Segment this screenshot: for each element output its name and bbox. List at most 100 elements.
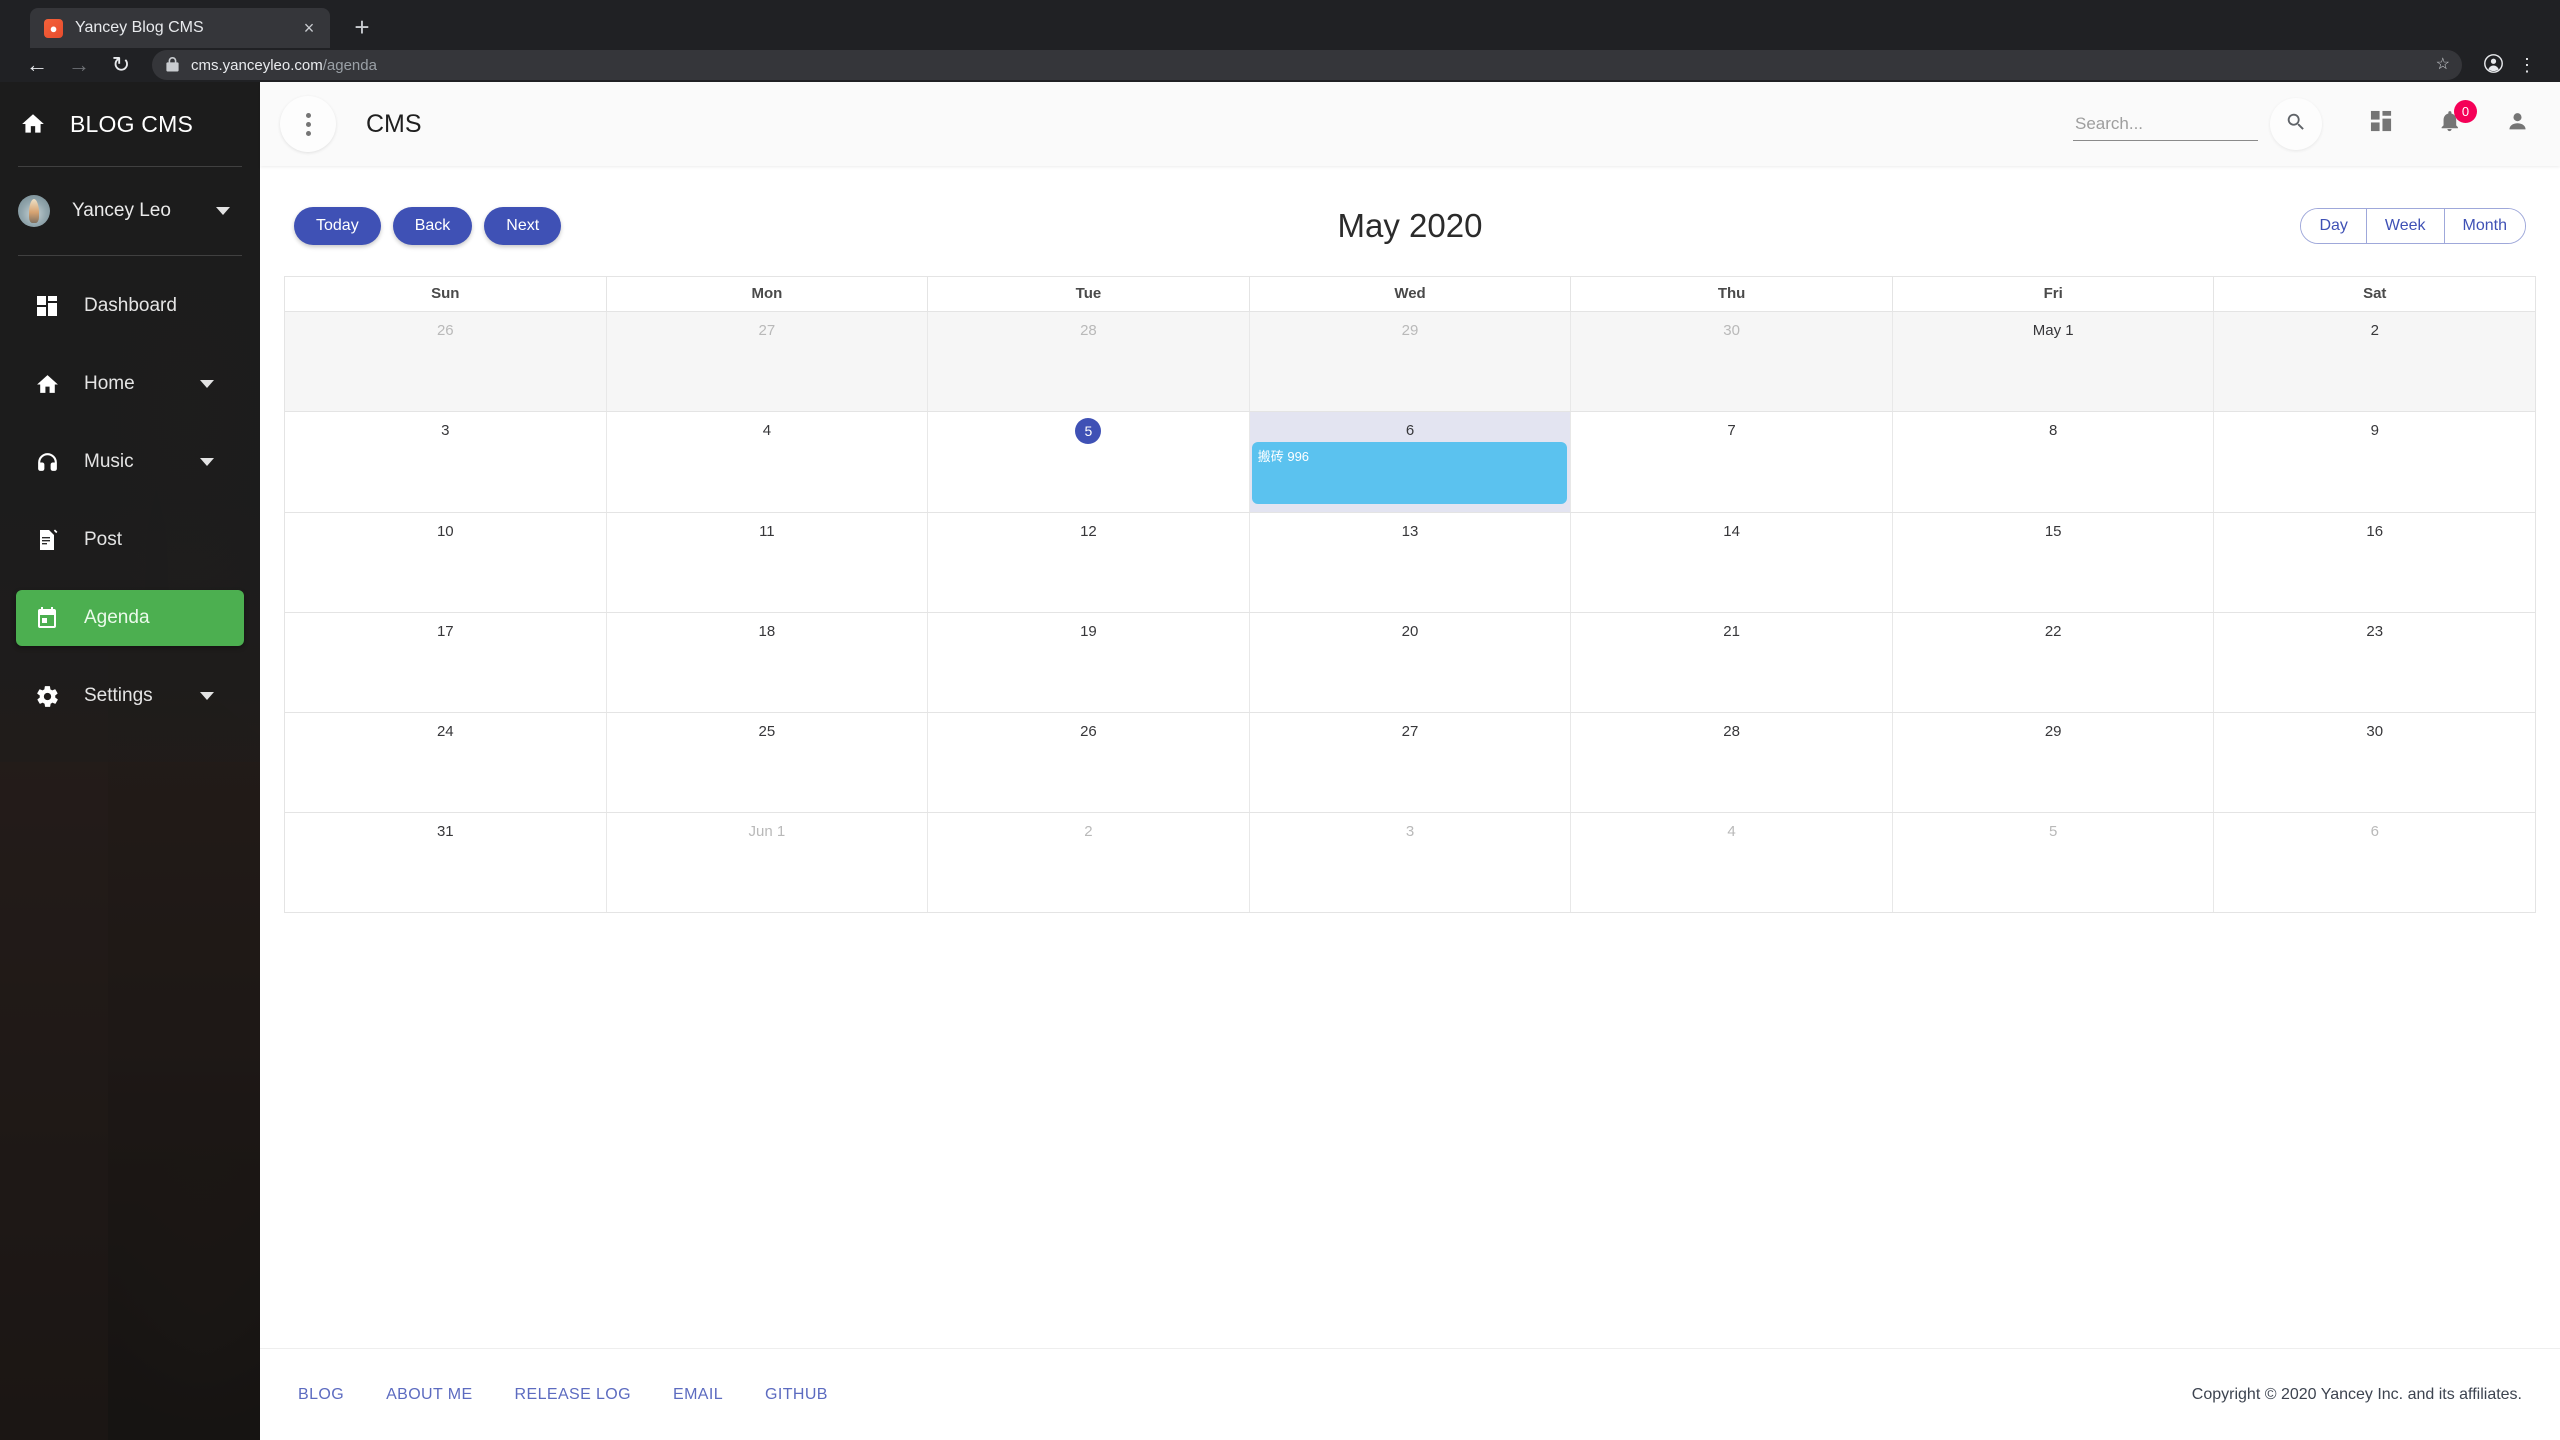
calendar-event[interactable]: 搬砖 996 [1251,442,1568,504]
calendar-day-cell[interactable]: 26 [928,713,1250,812]
footer-link-blog[interactable]: BLOG [298,1386,344,1404]
browser-menu-icon[interactable]: ⋮ [2510,56,2544,74]
address-bar[interactable]: cms.yanceyleo.com/agenda ☆ [152,50,2462,80]
day-number: 2 [1084,823,1093,840]
calendar-day-cell[interactable]: 6 [2214,813,2535,912]
calendar-day-cell[interactable]: 27 [607,312,929,411]
calendar-day-cell[interactable]: 6 搬砖 996 [1249,412,1572,512]
next-button[interactable]: Next [484,207,562,245]
calendar-day-cell[interactable]: 7 [1571,412,1893,512]
calendar-day-cell[interactable]: 9 [2214,412,2535,512]
calendar-day-cell[interactable]: 30 [1571,312,1893,411]
view-day[interactable]: Day [2301,208,2367,244]
calendar-day-cell[interactable]: 3 [285,412,607,512]
calendar-day-cell[interactable]: 18 [607,613,929,712]
chevron-down-icon[interactable] [200,458,214,466]
calendar-body: 26 27 28 29 30 May 1 2 3 4 5 6 搬砖 996 7 8 9 10 11 12 13 14 1… [285,312,2535,913]
back-button[interactable]: Back [392,207,473,245]
notifications-button[interactable]: 0 [2432,100,2477,141]
forward-icon[interactable]: → [58,48,100,82]
menu-toggle-button[interactable] [280,96,336,152]
more-vert-icon [305,112,311,136]
sidebar-item-music[interactable]: Music [16,434,244,490]
calendar-day-cell[interactable]: 15 [1893,513,2215,612]
calendar-day-cell[interactable]: 30 [2214,713,2535,812]
sidebar-item-home[interactable]: Home [16,356,244,412]
calendar-day-cell[interactable]: 11 [607,513,929,612]
calendar-day-cell[interactable]: 5 [1893,813,2215,912]
calendar-day-cell[interactable]: 16 [2214,513,2535,612]
calendar-day-cell[interactable]: 3 [1250,813,1572,912]
bookmark-star-icon[interactable]: ☆ [2436,57,2450,73]
calendar-day-cell[interactable]: 4 [1571,813,1893,912]
brand-label: BLOG CMS [70,110,194,137]
calendar-day-cell[interactable]: 5 [928,412,1250,512]
calendar-day-cell[interactable]: 25 [607,713,929,812]
calendar-nav-buttons: Today Back Next [294,207,562,245]
calendar-day-cell[interactable]: 29 [1250,312,1572,411]
day-number: 30 [1723,322,1740,339]
calendar-day-cell[interactable]: 2 [2214,312,2535,411]
sidebar-item-dashboard[interactable]: Dashboard [16,278,244,334]
calendar-day-cell[interactable]: 20 [1250,613,1572,712]
calendar-day-cell[interactable]: 14 [1571,513,1893,612]
calendar-day-cell[interactable]: 23 [2214,613,2535,712]
search-icon [2285,111,2307,138]
day-number: 13 [1401,523,1419,540]
browser-tab[interactable]: ● Yancey Blog CMS × [30,8,330,48]
calendar-day-cell[interactable]: 26 [285,312,607,411]
footer-link-release-log[interactable]: RELEASE LOG [515,1386,631,1404]
day-number: May 1 [2032,322,2074,339]
avatar [18,195,50,227]
day-number: 15 [2044,523,2062,540]
calendar-day-cell[interactable]: 10 [285,513,607,612]
reload-icon[interactable]: ↻ [100,48,142,82]
back-icon[interactable]: ← [16,48,58,82]
calendar-day-cell[interactable]: 8 [1893,412,2215,512]
search-button[interactable] [2270,98,2322,150]
day-number: 31 [436,823,454,840]
sidebar-item-settings[interactable]: Settings [16,668,244,724]
calendar-day-cell[interactable]: 2 [928,813,1250,912]
sidebar-item-post[interactable]: Post [16,512,244,568]
user-row[interactable]: Yancey Leo [0,167,260,255]
footer-link-about-me[interactable]: ABOUT ME [386,1386,472,1404]
gear-icon [32,684,62,709]
calendar-day-cell[interactable]: Jun 1 [607,813,929,912]
calendar-day-cell[interactable]: May 1 [1893,312,2215,411]
chevron-down-icon[interactable] [216,207,230,215]
calendar-day-cell[interactable]: 27 [1250,713,1572,812]
account-button[interactable] [2500,107,2534,141]
brand-row[interactable]: BLOG CMS [0,82,260,166]
calendar-day-cell[interactable]: 31 [285,813,607,912]
footer-link-email[interactable]: EMAIL [673,1386,723,1404]
chevron-down-icon[interactable] [200,692,214,700]
copyright-text: Copyright © 2020 Yancey Inc. and its aff… [2191,1385,2522,1403]
close-icon[interactable]: × [298,19,320,37]
calendar-day-cell[interactable]: 19 [928,613,1250,712]
calendar-day-cell[interactable]: 17 [285,613,607,712]
view-month[interactable]: Month [2444,208,2525,244]
calendar-day-cell[interactable]: 12 [928,513,1250,612]
view-week[interactable]: Week [2366,208,2445,244]
calendar-day-cell[interactable]: 29 [1893,713,2215,812]
calendar-day-cell[interactable]: 22 [1893,613,2215,712]
apps-grid-icon [2370,110,2393,138]
footer-link-github[interactable]: GITHUB [765,1386,828,1404]
apps-grid-button[interactable] [2364,107,2398,141]
calendar-day-cell[interactable]: 21 [1571,613,1893,712]
calendar-content: Today Back Next May 2020 Day Week Month … [260,166,2560,1348]
calendar-day-cell[interactable]: 28 [1571,713,1893,812]
search-input[interactable] [2073,107,2258,141]
calendar-day-cell[interactable]: 24 [285,713,607,812]
url-text: cms.yanceyleo.com/agenda [191,56,377,74]
today-button[interactable]: Today [294,207,381,245]
calendar-day-cell[interactable]: 28 [928,312,1250,411]
profile-icon[interactable] [2476,53,2510,77]
calendar-day-cell[interactable]: 4 [607,412,929,512]
calendar-day-cell[interactable]: 13 [1250,513,1572,612]
chevron-down-icon[interactable] [200,380,214,388]
new-tab-button[interactable]: + [348,14,376,40]
sidebar-item-agenda[interactable]: Agenda [16,590,244,646]
day-number: 27 [758,322,776,339]
